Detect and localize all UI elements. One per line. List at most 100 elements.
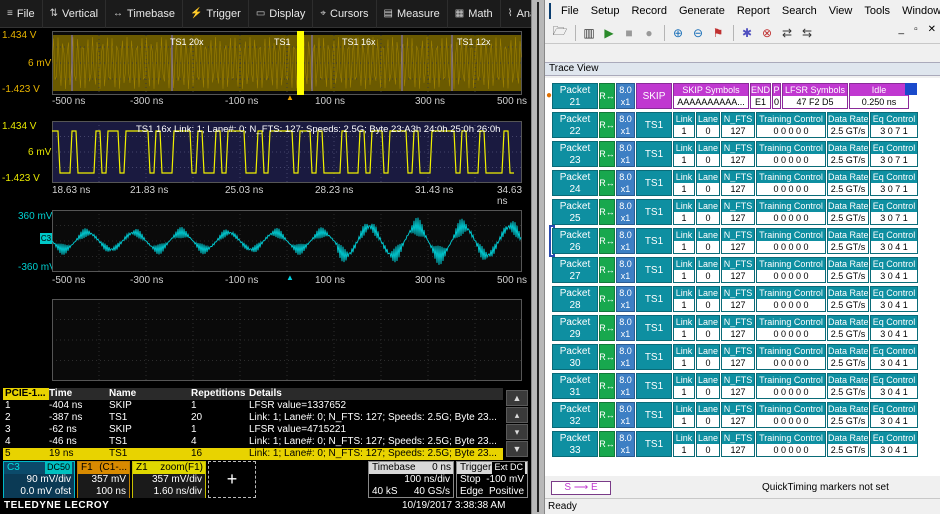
scope-menu-cursors[interactable]: ⌖ Cursors xyxy=(313,0,377,28)
analyzer-menu-setup[interactable]: Setup xyxy=(585,5,626,17)
window-divider[interactable] xyxy=(531,0,545,514)
record-stop-icon[interactable]: ■ xyxy=(620,24,638,42)
packet-label: Packet xyxy=(559,346,591,357)
timebase-descriptor[interactable]: Timebase 0 ns 100 ns/div 40 kS 40 GS/s xyxy=(368,461,454,498)
c3-descriptor[interactable]: C3 DC50 90 mV/div 0.0 mV ofst xyxy=(3,461,75,498)
col-name[interactable]: Name xyxy=(109,388,191,400)
analyzer-menu-generate[interactable]: Generate xyxy=(673,5,731,17)
packet-number-cell[interactable]: Packet 28 xyxy=(552,286,598,312)
scroll-top-icon[interactable]: ▲ xyxy=(506,390,528,406)
trace-view-area[interactable]: ● Packet 21 R↔ 8.0 x1 SKIP SKIP Symbols AAAAAAAA… xyxy=(545,78,940,476)
field-value: AAAAAAAAAA... xyxy=(674,96,748,108)
packet-speed-cell: 8.0 x1 xyxy=(616,431,635,457)
field-header: Training Control xyxy=(757,403,825,415)
close-button[interactable]: ✕ xyxy=(928,24,936,35)
scope-menu-file[interactable]: ≡ File xyxy=(0,0,43,28)
rx-tx-icon[interactable]: ⇄ xyxy=(778,24,796,42)
scope-menu-measure[interactable]: ▤ Measure xyxy=(377,0,448,28)
scope-menu-math[interactable]: ▦ Math xyxy=(448,0,501,28)
packet-speed: 8.0 xyxy=(619,230,632,240)
scroll-bottom-icon[interactable]: ▼ xyxy=(506,441,528,457)
field-header: N_FTS xyxy=(722,113,754,125)
packet-number-cell[interactable]: Packet 31 xyxy=(552,373,598,399)
measure-icon: ▤ xyxy=(383,8,393,19)
c3-channel-tag[interactable]: C3 xyxy=(40,233,52,244)
zoom-in-icon[interactable]: ⊕ xyxy=(669,24,687,42)
packet-number-cell[interactable]: Packet 32 xyxy=(552,402,598,428)
table-row[interactable]: 1 -404 ns SKIP 1 LFSR value=1337652 xyxy=(3,400,503,412)
analyzer-menu-window[interactable]: Window xyxy=(896,5,940,17)
packet-number-cell[interactable]: Packet 26 xyxy=(552,228,598,254)
table-row[interactable]: 4 -46 ns TS1 4 Link: 1; Lane#: 0; N_FTS: 127… xyxy=(3,436,503,448)
packet-number-cell[interactable]: Packet 25 xyxy=(552,199,598,225)
field-header: SKIP Symbols xyxy=(674,84,748,96)
packet-number-cell[interactable]: Packet 27 xyxy=(552,257,598,283)
start-end-marker-button[interactable]: S ⟶ E xyxy=(551,481,611,495)
packet-field: N_FTS 127 xyxy=(721,228,755,254)
table-row[interactable]: 2 -387 ns TS1 20 Link: 1; Lane#: 0; N_FTS: 1… xyxy=(3,412,503,424)
zoom-out-icon[interactable]: ⊖ xyxy=(689,24,707,42)
field-header: Lane xyxy=(697,113,719,125)
packet-speed: 8.0 xyxy=(619,375,632,385)
packet-speed: 8.0 xyxy=(619,346,632,356)
record-start-icon[interactable]: ▶ xyxy=(600,24,618,42)
rx-icon[interactable]: ⇆ xyxy=(798,24,816,42)
decoder-label[interactable]: PCIE-1... xyxy=(3,388,49,400)
packet-speed-cell: 8.0 x1 xyxy=(616,315,635,341)
restore-button[interactable]: ▫ xyxy=(914,24,918,35)
field-header: N_FTS xyxy=(722,171,754,183)
col-repetitions[interactable]: Repetitions xyxy=(191,388,249,400)
grid4-empty[interactable] xyxy=(52,299,522,381)
packet-number-cell[interactable]: Packet 30 xyxy=(552,344,598,370)
scope-menu-display[interactable]: ▭ Display xyxy=(249,0,314,28)
packet-speed-cell: 8.0 x1 xyxy=(616,373,635,399)
packet-number-cell[interactable]: Packet 21 xyxy=(552,83,598,109)
analyzer-menu-search[interactable]: Search xyxy=(776,5,823,17)
packet-number-cell[interactable]: Packet 22 xyxy=(552,112,598,138)
packet-number-cell[interactable]: Packet 33 xyxy=(552,431,598,457)
scope-menu-trigger[interactable]: ⚡ Trigger xyxy=(183,0,249,28)
add-trace-button[interactable]: + xyxy=(208,461,256,498)
minimize-button[interactable]: _ xyxy=(899,24,905,35)
z1-descriptor[interactable]: Z1 zoom(F1) 357 mV/div 1.60 ns/div xyxy=(132,461,206,498)
scope-menu-vertical[interactable]: ⇅ Vertical xyxy=(43,0,107,28)
table-row[interactable]: 5 19 ns TS1 16 Link: 1; Lane#: 0; N_FTS: 127… xyxy=(3,448,503,460)
hide-icon[interactable]: ⊗ xyxy=(758,24,776,42)
filter-icon[interactable]: ✱ xyxy=(738,24,756,42)
col-time[interactable]: Time xyxy=(49,388,109,400)
scope-menu-timebase[interactable]: ↔ Timebase xyxy=(106,0,183,28)
field-header: Link xyxy=(674,229,694,241)
grid1-waveform[interactable]: TS1 20x TS1 TS1 16x TS1 12x xyxy=(52,31,522,95)
analyzer-menu-file[interactable]: File xyxy=(555,5,585,17)
scroll-up-icon[interactable]: ▴ xyxy=(506,407,528,423)
grid1-marker-label: TS1 16x xyxy=(342,37,376,47)
row-details: LFSR value=4715221 xyxy=(249,424,347,435)
row-name: TS1 xyxy=(109,436,128,447)
col-details[interactable]: Details xyxy=(249,388,499,400)
analyzer-menu-tools[interactable]: Tools xyxy=(858,5,896,17)
record-pause-icon[interactable]: ● xyxy=(640,24,658,42)
open-folder-icon[interactable]: 🗁 xyxy=(551,24,569,42)
f1-descriptor[interactable]: F1 (C1-... 357 mV 100 ns xyxy=(77,461,130,498)
grid3-trace xyxy=(52,217,522,265)
field-header: Eq Control xyxy=(871,345,917,357)
packet-number-cell[interactable]: Packet 29 xyxy=(552,315,598,341)
analyzer-menu-view[interactable]: View xyxy=(823,5,859,17)
grid3-waveform[interactable] xyxy=(52,210,522,272)
grid1-x-tick: 500 ns xyxy=(497,96,528,107)
analyzer-menu-report[interactable]: Report xyxy=(731,5,776,17)
scroll-down-icon[interactable]: ▾ xyxy=(506,424,528,440)
marker-icon[interactable]: ⚑ xyxy=(709,24,727,42)
scope-menu-label: Display xyxy=(269,7,306,20)
packet-number-cell[interactable]: Packet 23 xyxy=(552,141,598,167)
f1-desc-name: F1 xyxy=(81,462,93,473)
trigger-descriptor[interactable]: Trigger Ext DC Stop -100 mV Edge Positiv… xyxy=(456,461,528,498)
scope-menu-analysis[interactable]: ⌇Analysis xyxy=(501,0,531,28)
table-row[interactable]: 3 -62 ns SKIP 1 LFSR value=4715221 xyxy=(3,424,503,436)
grid2-waveform[interactable]: TS1 16x Link: 1; Lane#: 0; N_FTS: 127; S… xyxy=(52,121,522,183)
app-logo-icon[interactable] xyxy=(549,3,551,19)
packet-number-cell[interactable]: Packet 24 xyxy=(552,170,598,196)
record-settings-icon[interactable]: ▥ xyxy=(580,24,598,42)
packet-field: Lane 0 xyxy=(696,141,720,167)
analyzer-menu-record[interactable]: Record xyxy=(625,5,672,17)
